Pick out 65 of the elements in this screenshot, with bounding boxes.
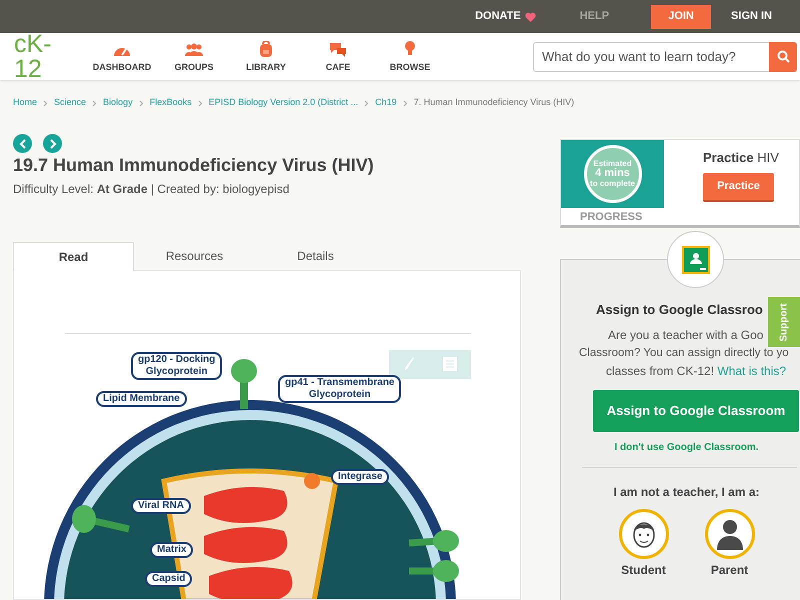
top-link[interactable]: HELP (550, 8, 640, 25)
breadcrumb-link[interactable]: Ch19 (375, 96, 397, 110)
heart-icon (524, 12, 536, 22)
next-button[interactable] (43, 134, 62, 153)
tab[interactable]: Read (13, 242, 134, 270)
nav-item[interactable]: CAFE (302, 38, 374, 74)
role-prompt: I am not a teacher, I am a: (613, 484, 760, 500)
backpack-icon (259, 41, 273, 57)
top-link[interactable]: DONATE (461, 8, 550, 25)
diagram-label: Capsid (145, 570, 192, 586)
assign-button[interactable]: Assign to Google Classroom (593, 390, 799, 432)
lightbulb-icon (404, 40, 416, 57)
previous-button[interactable] (13, 134, 32, 153)
nav-item[interactable]: BROWSE (374, 38, 446, 74)
breadcrumb-link[interactable]: Biology (103, 96, 133, 110)
nav-item[interactable]: LIBRARY (230, 38, 302, 74)
logo[interactable]: cK-12 (14, 32, 78, 82)
breadcrumb-current: 7. Human Immunodeficiency Virus (HIV) (414, 96, 574, 110)
diagram-label: Integrase (331, 468, 390, 484)
nav-item[interactable]: GROUPS (158, 38, 230, 74)
person-icon (714, 518, 744, 550)
notes-icon (443, 357, 457, 371)
diagram-label: gp41 - Transmembrane Glycoprotein (278, 374, 402, 402)
diagram-label: gp120 - Docking Glycoprotein (131, 352, 222, 380)
difficulty-text: Difficulty Level: At Grade | Created by: biologyepisd (13, 180, 290, 198)
chevron-icon (43, 100, 48, 106)
classroom-icon (680, 244, 710, 274)
join-button[interactable]: JOIN (651, 4, 712, 28)
role-label: Parent (710, 562, 748, 578)
tab[interactable]: Resources (134, 242, 255, 270)
breadcrumb-link[interactable]: Home (13, 96, 38, 110)
chevron-icon (92, 100, 98, 106)
breadcrumb-link[interactable]: EPISD Biology Version 2.0 (District ... (208, 96, 358, 110)
classroom-text: Are you a teacher with a Goo (608, 326, 764, 344)
chevron-right-icon (48, 138, 56, 150)
support-tab[interactable]: Support (768, 297, 800, 347)
chevron-icon (364, 100, 370, 106)
people-icon (184, 43, 204, 57)
classroom-text: Classroom? You can assign directly to yo (579, 346, 789, 360)
diagram-label: Lipid Membrane (96, 390, 187, 406)
nav-item[interactable]: DASHBOARD (86, 38, 158, 74)
chevron-icon (198, 100, 203, 106)
breadcrumb-link[interactable]: Science (54, 96, 86, 110)
search-icon (776, 50, 790, 63)
page-title: 19.7 Human Immunodeficiency Virus (HIV) (13, 154, 375, 176)
breadcrumb-link[interactable]: FlexBooks (150, 96, 192, 110)
chat-icon (329, 42, 347, 57)
chevron-icon (402, 100, 408, 106)
what-is-this-link[interactable]: What is this? (717, 364, 786, 378)
progress-ring: Estimated 4 mins to complete (584, 144, 642, 203)
search-button[interactable] (769, 42, 797, 72)
chevron-icon (138, 100, 144, 106)
practice-title: Practice HIV (703, 149, 779, 167)
search-field[interactable]: What do you want to learn today? (533, 42, 769, 72)
classroom-title: Assign to Google Classroo (596, 301, 763, 319)
chevron-left-icon (18, 138, 26, 150)
practice-button[interactable]: Practice (703, 172, 774, 202)
diagram-label: Viral RNA (131, 498, 191, 514)
progress-label: PROGRESS (579, 210, 644, 224)
tab[interactable]: Details (255, 242, 376, 270)
pencil-icon (403, 356, 415, 372)
skip-link[interactable]: I don't use Google Classroom. (614, 440, 759, 454)
classroom-text: classes from CK-12! What is this? (606, 362, 786, 380)
role-label: Student (621, 562, 666, 578)
top-link[interactable]: SIGN IN (723, 8, 780, 25)
